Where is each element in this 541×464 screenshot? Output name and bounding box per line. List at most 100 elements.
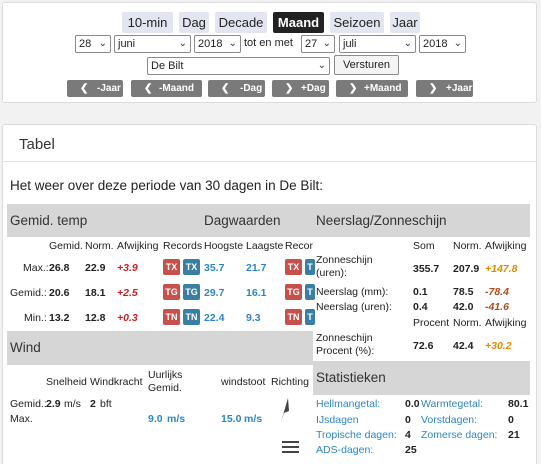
row-max-afw: +3.9 [117, 262, 138, 274]
col-afwijking-p: Afwijking [485, 317, 527, 329]
neerslag-section-header: Neerslag/Zonneschijn [313, 204, 530, 237]
record-badge-tn[interactable]: TN [183, 309, 200, 325]
row-gemid-norm: 18.1 [85, 287, 106, 299]
neerslag-mm-som: 0.1 [413, 286, 428, 298]
temp-section-header: Gemid. temp Dagwaarden [7, 204, 313, 237]
row-min-laagste: 9.3 [246, 312, 261, 324]
end-day-select[interactable]: 27 ⌄ [301, 35, 335, 53]
start-year-select[interactable]: 2018 ⌄ [194, 35, 241, 53]
chevron-down-icon: ⌄ [98, 38, 107, 49]
zon-procent-som: 72.6 [413, 340, 434, 352]
row-max-label: Max.: [23, 262, 49, 274]
record-badge-tg[interactable]: TG [285, 284, 302, 300]
dag-header: Dagwaarden [204, 213, 281, 228]
panel-title: Tabel [19, 136, 55, 153]
neerslag-mm-label: Neerslag (mm): [316, 286, 389, 298]
tab-10-min[interactable]: 10-min [122, 12, 173, 33]
arrow-right-icon: ❯ [429, 83, 438, 94]
nav-minus-year-button[interactable]: ❮ -Jaar [67, 80, 123, 97]
row-min-hoogste: 22.4 [204, 312, 225, 324]
record-badge-tx[interactable]: TX [163, 259, 180, 275]
end-year-select[interactable]: 2018 ⌄ [419, 35, 466, 53]
stat-warmte-value: 80.1 [508, 398, 529, 410]
tab-maand[interactable]: Maand [273, 12, 324, 33]
end-month-value: juli [343, 38, 357, 50]
arrow-right-icon: ❯ [349, 83, 358, 94]
row-gemid-gemid: 20.6 [49, 287, 70, 299]
temp-header: Gemid. temp [10, 213, 88, 228]
tab-seizoen[interactable]: Seizoen [330, 12, 384, 33]
record-badge-tn[interactable]: TN [285, 309, 302, 325]
stat-ijsdagen-value: 0 [405, 414, 411, 426]
stat-hellman-label: Hellmangetal: [316, 398, 381, 410]
wind-max-label: Max. [10, 413, 33, 425]
tab-decade[interactable]: Decade [215, 12, 267, 33]
tab-jaar[interactable]: Jaar [390, 12, 420, 33]
arrow-left-icon: ❮ [144, 83, 153, 94]
row-min-gemid: 13.2 [49, 312, 70, 324]
end-year-value: 2018 [423, 38, 448, 50]
stat-vorst-value: 0 [508, 414, 514, 426]
stat-tropisch-value: 4 [405, 429, 411, 441]
col-uurlijks: Uurlijks Gemid. [148, 369, 183, 394]
col-records: Records [163, 240, 203, 252]
record-badge-tx[interactable]: TX [285, 259, 302, 275]
stat-zomers-value: 21 [508, 429, 520, 441]
neerslag-uren-som: 0.4 [413, 301, 428, 313]
row-max-gemid: 26.8 [49, 262, 70, 274]
record-badge-tg[interactable]: TG [163, 284, 180, 300]
nav-minus-day-button[interactable]: ❮ -Dag [208, 80, 265, 97]
record-badge-t[interactable]: T [305, 309, 315, 325]
record-badge-tn[interactable]: TN [163, 309, 180, 325]
record-badge-tg[interactable]: TG [183, 284, 200, 300]
zon-procent-afw: +30.2 [485, 340, 512, 352]
row-gemid-laagste: 16.1 [246, 287, 267, 299]
tab-dag[interactable]: Dag [179, 12, 209, 33]
wind-section-header: Wind [7, 331, 313, 365]
chevron-down-icon: ⌄ [403, 38, 412, 49]
zonneschijn-label: Zonneschijn (uren): [316, 254, 373, 279]
station-select[interactable]: De Bilt ⌄ [147, 57, 330, 75]
nav-plus-month-button[interactable]: ❯ +Maand [336, 80, 408, 97]
start-day-select[interactable]: 28 ⌄ [75, 35, 111, 53]
nav-plus-day-button[interactable]: ❯ +Dag [272, 80, 329, 97]
nav-label: -Dag [240, 83, 263, 94]
wind-stoot-unit: m/s [244, 413, 263, 425]
arrow-left-icon: ❮ [80, 83, 89, 94]
nav-minus-month-button[interactable]: ❮ -Maand [131, 80, 202, 97]
start-month-select[interactable]: juni ⌄ [114, 35, 191, 53]
nav-label: +Jaar [446, 83, 473, 94]
neerslag-mm-afw: -78.4 [485, 286, 509, 298]
divider [3, 161, 536, 162]
arrow-right-icon: ❯ [285, 83, 294, 94]
col-afwijking: Afwijking [117, 240, 159, 252]
col-laagste: Laagste [246, 240, 284, 252]
nav-label: +Dag [301, 83, 326, 94]
col-norm-n: Norm. [453, 240, 482, 252]
neerslag-mm-norm: 78.5 [453, 286, 474, 298]
col-richting: Richting [271, 376, 309, 388]
col-windkracht: Windkracht [90, 376, 143, 388]
wind-gemid-speed: 2.9 [46, 398, 61, 410]
col-windstoot: windstoot [221, 376, 266, 388]
submit-button[interactable]: Versturen [334, 55, 399, 75]
chevron-down-icon: ⌄ [228, 38, 237, 49]
menu-icon[interactable] [282, 441, 299, 455]
stat-tropisch-label: Tropische dagen: [316, 429, 397, 441]
neerslag-uren-label: Neerslag (uren): [316, 301, 392, 313]
wind-gemid-unit: m/s [64, 398, 81, 410]
row-gemid-afw: +2.5 [117, 287, 138, 299]
record-badge-t[interactable]: T [305, 284, 315, 300]
col-norm: Norm. [85, 240, 114, 252]
nav-plus-year-button[interactable]: ❯ +Jaar [416, 80, 473, 97]
record-badge-t[interactable]: T [305, 259, 315, 275]
station-value: De Bilt [151, 60, 184, 72]
record-badge-tx[interactable]: TX [183, 259, 200, 275]
end-month-select[interactable]: juli ⌄ [339, 35, 416, 53]
stat-vorst-label: Vorstdagen: [421, 414, 478, 426]
zon-procent-label: Zonneschijn Procent (%): [316, 332, 375, 357]
row-min-label: Min.: [24, 312, 47, 324]
start-day-value: 28 [79, 38, 92, 50]
start-year-value: 2018 [198, 38, 223, 50]
wind-gemid-label: Gemid.: [10, 398, 47, 410]
